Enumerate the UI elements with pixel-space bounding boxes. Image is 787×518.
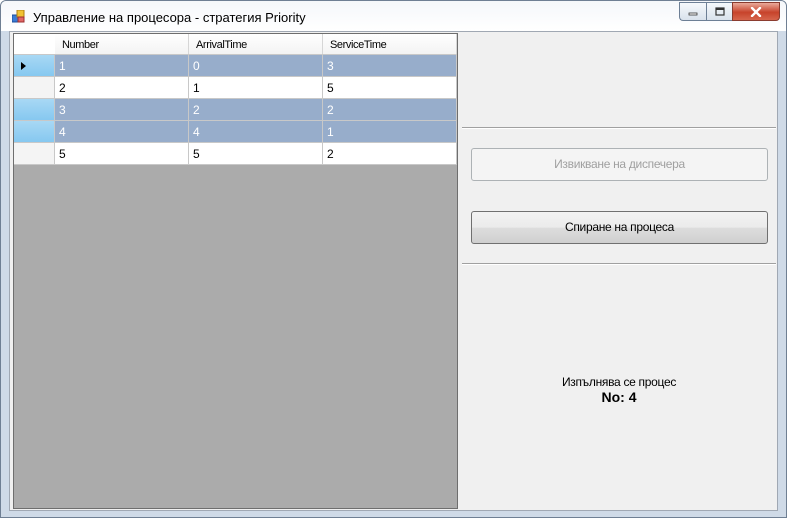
table-row[interactable]: 103 xyxy=(14,55,457,77)
cell-service-time[interactable]: 2 xyxy=(323,143,457,165)
cell-arrival-time[interactable]: 0 xyxy=(189,55,323,77)
row-header[interactable] xyxy=(14,143,55,165)
cell-service-time[interactable]: 5 xyxy=(323,77,457,99)
maximize-button[interactable] xyxy=(706,2,732,21)
cell-number[interactable]: 2 xyxy=(55,77,189,99)
divider-top xyxy=(462,127,776,129)
table-row[interactable]: 552 xyxy=(14,143,457,165)
cell-service-time[interactable]: 1 xyxy=(323,121,457,143)
column-header-number[interactable]: Number xyxy=(55,34,189,54)
cell-arrival-time[interactable]: 5 xyxy=(189,143,323,165)
control-panel: Извикване на диспечера Спиране на процес… xyxy=(462,33,776,509)
windows-form-icon xyxy=(12,10,25,23)
close-button[interactable] xyxy=(732,2,780,21)
call-dispatcher-button[interactable]: Извикване на диспечера xyxy=(471,148,768,181)
title-bar[interactable]: Управление на процесора - стратегия Prio… xyxy=(1,1,786,31)
column-header-arrival-time[interactable]: ArrivalTime xyxy=(189,34,323,54)
row-header[interactable] xyxy=(14,121,55,143)
row-pointer-icon xyxy=(21,62,26,70)
table-row[interactable]: 322 xyxy=(14,99,457,121)
row-header[interactable] xyxy=(14,77,55,99)
grid-header: Number ArrivalTime ServiceTime xyxy=(14,34,457,55)
caption-buttons xyxy=(679,2,780,21)
minimize-icon xyxy=(688,12,698,15)
row-header[interactable] xyxy=(14,99,55,121)
cell-arrival-time[interactable]: 4 xyxy=(189,121,323,143)
close-icon xyxy=(750,6,762,17)
grid-corner-cell[interactable] xyxy=(14,34,56,54)
minimize-button[interactable] xyxy=(679,2,706,21)
running-process-number: No: 4 xyxy=(601,389,637,405)
column-header-service-time[interactable]: ServiceTime xyxy=(323,34,457,54)
cell-number[interactable]: 1 xyxy=(55,55,189,77)
window-title: Управление на процесора - стратегия Prio… xyxy=(33,10,306,25)
table-row[interactable]: 441 xyxy=(14,121,457,143)
form-client-area: Number ArrivalTime ServiceTime 103215322… xyxy=(9,31,778,511)
cell-arrival-time[interactable]: 1 xyxy=(189,77,323,99)
table-row[interactable]: 215 xyxy=(14,77,457,99)
maximize-icon xyxy=(714,7,725,16)
main-window: Управление на процесора - стратегия Prio… xyxy=(0,0,787,518)
process-grid[interactable]: Number ArrivalTime ServiceTime 103215322… xyxy=(13,33,458,509)
cell-number[interactable]: 3 xyxy=(55,99,189,121)
cell-number[interactable]: 5 xyxy=(55,143,189,165)
cell-arrival-time[interactable]: 2 xyxy=(189,99,323,121)
cell-service-time[interactable]: 2 xyxy=(323,99,457,121)
stop-process-button[interactable]: Спиране на процеса xyxy=(471,211,768,244)
divider-bottom xyxy=(462,263,776,265)
running-process-label: Изпълнява се процес xyxy=(561,375,677,389)
cell-number[interactable]: 4 xyxy=(55,121,189,143)
cell-service-time[interactable]: 3 xyxy=(323,55,457,77)
row-header[interactable] xyxy=(14,55,55,77)
